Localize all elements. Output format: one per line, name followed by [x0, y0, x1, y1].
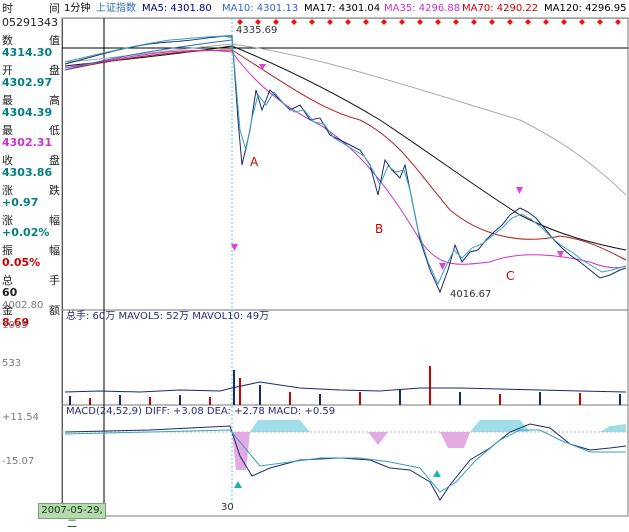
diamond-marker: [597, 19, 603, 25]
up-arrow-marker: [234, 481, 242, 488]
macd-neg-area: [368, 432, 388, 445]
ma70-line: [64, 45, 627, 251]
down-arrow-marker: [259, 64, 266, 70]
diamond-marker: [435, 19, 441, 25]
up-arrow-marker: [433, 470, 441, 477]
wave-label-a: A: [250, 155, 259, 169]
diamond-marker: [363, 19, 369, 25]
diamond-marker: [327, 19, 333, 25]
ma10-line: [64, 35, 627, 286]
diamond-marker: [417, 19, 423, 25]
diamond-marker: [291, 19, 297, 25]
wave-label-c: C: [506, 269, 514, 283]
macd-pos-area: [250, 420, 310, 432]
diamond-marker: [471, 19, 477, 25]
diamond-marker: [525, 19, 531, 25]
time-marker-label: 30: [221, 502, 234, 513]
diamond-marker: [543, 19, 549, 25]
volume-bars: [69, 366, 621, 405]
ma-magenta-line: [64, 49, 627, 269]
diamond-marker: [561, 19, 567, 25]
diamond-marker: [489, 19, 495, 25]
dea-line: [64, 429, 626, 493]
date-label: 2007-05-29,二: [38, 503, 106, 530]
diamond-marker: [579, 19, 585, 25]
chart-canvas: 4335.69 4016.67 A B C 总手: 60万 MAVOL5: 52…: [61, 17, 629, 517]
diamond-marker: [453, 19, 459, 25]
diamond-marker: [507, 19, 513, 25]
volume-legend: 总手: 60万 MAVOL5: 52万 MAVOL10: 49万: [66, 309, 269, 322]
down-arrow-marker: [516, 187, 523, 194]
diff-line: [64, 423, 627, 501]
price-line: [64, 35, 627, 294]
chart-frame: [61, 17, 629, 517]
ma120-line: [64, 43, 627, 196]
low-price-label: 4016.67: [450, 289, 491, 300]
mavol-line: [64, 381, 627, 393]
wave-label-b: B: [375, 222, 383, 236]
diamond-marker: [381, 19, 387, 25]
diamond-marker: [615, 19, 621, 25]
high-price-label: 4335.69: [236, 25, 277, 36]
diamond-marker: [399, 19, 405, 25]
macd-pos-area: [600, 424, 626, 432]
macd-neg-area: [440, 432, 470, 448]
price-series-group: [64, 35, 627, 294]
top-diamond-markers: [237, 19, 621, 25]
diamond-marker: [309, 19, 315, 25]
macd-legend: MACD(24,52,9) DIFF: +3.08 DEA: +2.78 MAC…: [66, 406, 335, 417]
diamond-marker: [345, 19, 351, 25]
